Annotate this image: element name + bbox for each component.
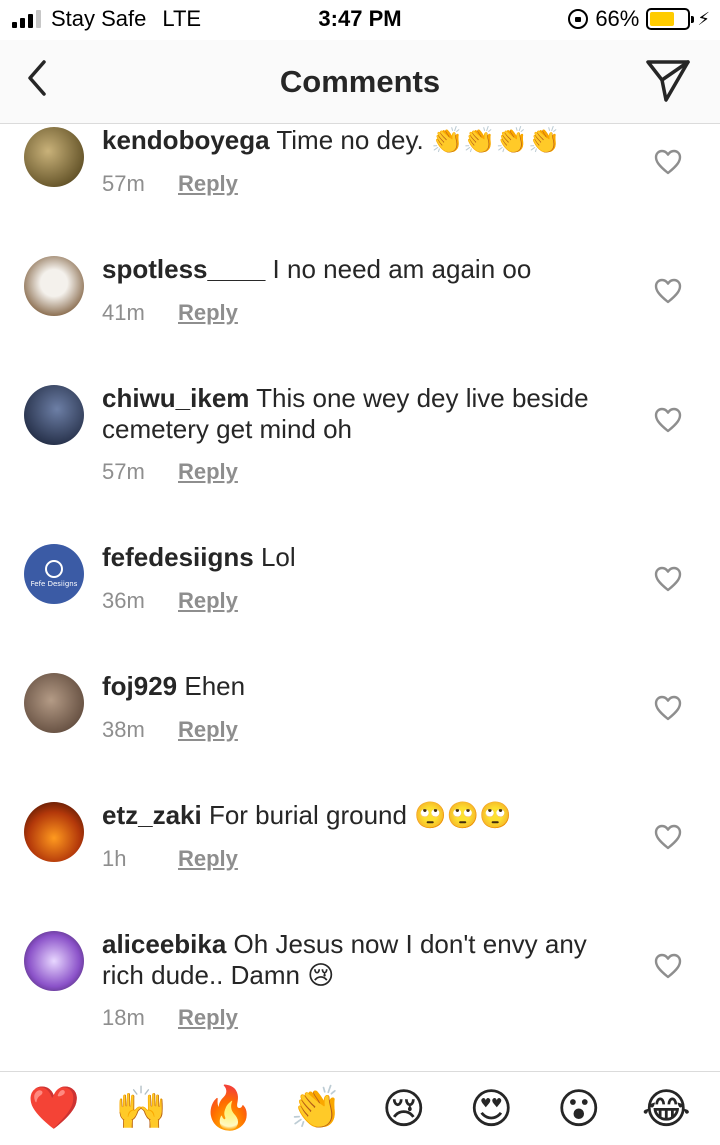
avatar[interactable] bbox=[24, 931, 84, 991]
comment-timestamp: 1h bbox=[102, 846, 127, 871]
comment-timestamp: 18m bbox=[102, 1005, 145, 1030]
reply-button[interactable]: Reply bbox=[178, 846, 238, 872]
comment-timestamp: 38m bbox=[102, 717, 145, 742]
heart-icon bbox=[654, 278, 682, 304]
comment-text: spotless____ I no need am again oo bbox=[102, 254, 632, 285]
comment-meta: 57m Reply bbox=[102, 459, 238, 485]
avatar[interactable] bbox=[24, 385, 84, 445]
reply-button[interactable]: Reply bbox=[178, 171, 238, 197]
rotation-lock-icon bbox=[568, 9, 589, 29]
like-button[interactable] bbox=[654, 695, 682, 721]
comment-text: aliceebika Oh Jesus now I don't envy any… bbox=[102, 929, 632, 991]
emoji-reaction-button[interactable]: 😍 bbox=[461, 1079, 521, 1139]
avatar[interactable] bbox=[24, 127, 84, 187]
heart-icon bbox=[654, 566, 682, 592]
heart-icon bbox=[654, 407, 682, 433]
comment-username[interactable]: kendoboyega bbox=[102, 125, 270, 155]
comment-username[interactable]: foj929 bbox=[102, 671, 177, 701]
emoji-reaction-button[interactable]: 😢 bbox=[374, 1079, 434, 1139]
comment-text: foj929 Ehen bbox=[102, 671, 632, 702]
emoji-reaction-button[interactable]: 😂 bbox=[636, 1079, 696, 1139]
avatar[interactable]: Fefe Desiigns bbox=[24, 544, 84, 604]
like-button[interactable] bbox=[654, 407, 682, 433]
emoji-reaction-button[interactable]: ❤️ bbox=[24, 1079, 84, 1139]
battery-percent: 66% bbox=[595, 6, 640, 31]
avatar-logo-icon bbox=[45, 560, 63, 578]
comment-meta: 1h Reply bbox=[102, 846, 238, 872]
reply-button[interactable]: Reply bbox=[178, 588, 238, 614]
comment-text: fefedesiigns Lol bbox=[102, 542, 632, 573]
nav-header: Comments bbox=[0, 40, 720, 124]
comment-message: Lol bbox=[253, 542, 296, 572]
heart-icon bbox=[654, 824, 682, 850]
comment-emoji: 👏👏👏👏 bbox=[423, 125, 561, 155]
comment-text: etz_zaki For burial ground 🙄🙄🙄 bbox=[102, 800, 632, 831]
comment-timestamp: 57m bbox=[102, 171, 145, 196]
status-bar: Stay Safe LTE 3:47 PM 66% ⚡ bbox=[0, 0, 720, 40]
comment-username[interactable]: chiwu_ikem bbox=[102, 383, 249, 413]
heart-icon bbox=[654, 953, 682, 979]
paper-plane-icon bbox=[646, 60, 690, 102]
page-title: Comments bbox=[279, 64, 441, 99]
charging-bolt-icon: ⚡ bbox=[697, 8, 710, 29]
like-button[interactable] bbox=[654, 278, 682, 304]
emoji-reaction-button[interactable]: 👏 bbox=[286, 1079, 346, 1139]
comment-meta: 18m Reply bbox=[102, 1005, 238, 1031]
emoji-reaction-button[interactable]: 🙌 bbox=[111, 1079, 171, 1139]
comment-emoji: 🙄🙄🙄 bbox=[406, 800, 512, 830]
comment-message: Time no dey. bbox=[269, 125, 424, 155]
avatar[interactable] bbox=[24, 802, 84, 862]
reply-button[interactable]: Reply bbox=[178, 717, 238, 743]
comment-username[interactable]: aliceebika bbox=[102, 929, 226, 959]
comment-timestamp: 57m bbox=[102, 459, 145, 484]
reply-button[interactable]: Reply bbox=[178, 300, 238, 326]
reply-button[interactable]: Reply bbox=[178, 1005, 238, 1031]
heart-icon bbox=[654, 695, 682, 721]
heart-icon bbox=[654, 149, 682, 175]
avatar[interactable] bbox=[24, 256, 84, 316]
battery-fill bbox=[650, 12, 675, 26]
comment-username[interactable]: fefedesiigns bbox=[102, 542, 254, 572]
comment-meta: 38m Reply bbox=[102, 717, 238, 743]
emoji-reaction-button[interactable]: 😮 bbox=[549, 1079, 609, 1139]
avatar-logo-text: Fefe Desiigns bbox=[30, 580, 78, 588]
share-button[interactable] bbox=[644, 56, 692, 104]
like-button[interactable] bbox=[654, 824, 682, 850]
like-button[interactable] bbox=[654, 149, 682, 175]
reply-button[interactable]: Reply bbox=[178, 459, 238, 485]
avatar[interactable] bbox=[24, 673, 84, 733]
comment-username[interactable]: etz_zaki bbox=[102, 800, 202, 830]
comment-text: kendoboyega Time no dey. 👏👏👏👏 bbox=[102, 125, 632, 156]
comment-meta: 36m Reply bbox=[102, 588, 238, 614]
comment-meta: 41m Reply bbox=[102, 300, 238, 326]
comment-message: I no need am again oo bbox=[265, 254, 532, 284]
like-button[interactable] bbox=[654, 566, 682, 592]
comment-meta: 57m Reply bbox=[102, 171, 238, 197]
like-button[interactable] bbox=[654, 953, 682, 979]
emoji-reaction-button[interactable]: 🔥 bbox=[199, 1079, 259, 1139]
comment-emoji: 😢 bbox=[299, 960, 335, 990]
comment-text: chiwu_ikem This one wey dey live beside … bbox=[102, 383, 632, 445]
emoji-reaction-bar: ❤️ 🙌 🔥 👏 😢 😍 😮 😂 bbox=[0, 1071, 720, 1145]
comment-message: For burial ground bbox=[201, 800, 407, 830]
comment-timestamp: 41m bbox=[102, 300, 145, 325]
status-right: 66% ⚡ bbox=[568, 6, 710, 32]
comment-message: Ehen bbox=[177, 671, 246, 701]
comment-username[interactable]: spotless____ bbox=[102, 254, 265, 284]
battery-icon bbox=[646, 8, 695, 30]
comment-timestamp: 36m bbox=[102, 588, 145, 613]
